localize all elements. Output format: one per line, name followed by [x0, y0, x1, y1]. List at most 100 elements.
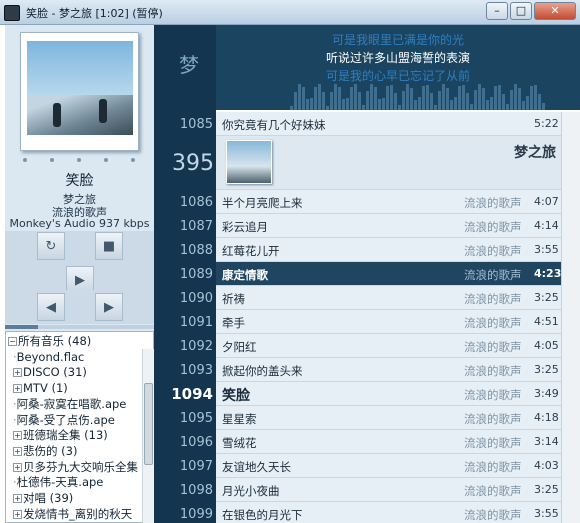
- tree-scrollbar[interactable]: [142, 349, 154, 523]
- collapse-icon[interactable]: −: [8, 337, 17, 346]
- tree-scroll-thumb[interactable]: [144, 383, 153, 465]
- spectrum-bar: [326, 105, 329, 110]
- library-item[interactable]: + MTV (1): [13, 381, 68, 396]
- rating-dot[interactable]: [131, 158, 135, 162]
- title-bar: 笑脸 - 梦之旅 [1:02] (暂停) – □ ✕: [0, 0, 580, 25]
- spectrum-bar: [390, 84, 393, 110]
- album-cover[interactable]: [20, 32, 139, 151]
- expand-icon[interactable]: +: [13, 368, 22, 378]
- spectrum-bar: [414, 99, 417, 110]
- stop-button[interactable]: ■: [95, 232, 123, 260]
- library-item[interactable]: + 贝多芬九大交响乐全集: [13, 460, 138, 475]
- playlist-row[interactable]: 红莓花儿开 流浪的歌声 3:55: [216, 238, 580, 262]
- playlist[interactable]: 梦之旅 你究竟有几个好妹妹 5:22 半个月亮爬上来 流浪的歌声 4:07 彩云追月 流浪的…: [216, 112, 580, 523]
- rating-dot[interactable]: [50, 158, 54, 162]
- library-item[interactable]: ·杜德伟-天真.ape: [13, 475, 103, 490]
- spectrum-bar: [330, 91, 333, 110]
- seek-bar[interactable]: [5, 325, 154, 329]
- library-item[interactable]: ·阿桑-寂寞在唱歌.ape: [13, 397, 126, 412]
- playlist-row[interactable]: 掀起你的盖头来 流浪的歌声 3:25: [216, 358, 580, 382]
- spectrum-bar: [466, 93, 469, 110]
- spectrum-bar: [506, 103, 509, 110]
- playlist-row[interactable]: 友谊地久天长 流浪的歌声 4:03: [216, 454, 580, 478]
- spectrum-bar: [526, 96, 529, 110]
- track-number: 1086: [179, 195, 213, 210]
- track-artist: 流浪的歌声: [464, 292, 522, 306]
- spectrum-bar: [434, 104, 437, 110]
- spectrum-bar: [350, 86, 353, 110]
- expand-icon[interactable]: +: [13, 494, 22, 503]
- track-duration: 4:07: [534, 195, 559, 208]
- spectrum-bar: [362, 105, 365, 110]
- playlist-row[interactable]: 雪绒花 流浪的歌声 3:14: [216, 430, 580, 454]
- spectrum-bar: [470, 104, 473, 110]
- playlist-row[interactable]: 月光小夜曲 流浪的歌声 3:25: [216, 478, 580, 502]
- library-item[interactable]: ·阿桑-受了点伤.ape: [13, 413, 115, 428]
- playlist-row[interactable]: 祈祷 流浪的歌声 3:25: [216, 286, 580, 310]
- playlist-row[interactable]: 半个月亮爬上来 流浪的歌声 4:07: [216, 190, 580, 214]
- close-button[interactable]: ✕: [534, 2, 576, 20]
- cover-figure: [99, 99, 107, 123]
- playlist-row[interactable]: 你究竟有几个好妹妹 5:22: [216, 112, 580, 136]
- spectrum-bar: [446, 87, 449, 110]
- library-item[interactable]: − 所有音乐 (48): [8, 334, 91, 349]
- spectrum-bar: [402, 91, 405, 110]
- library-item[interactable]: + DISCO (31): [13, 365, 87, 380]
- library-item-label: 所有音乐 (48): [18, 334, 92, 348]
- library-item[interactable]: + 对唱 (39): [13, 491, 73, 506]
- track-number: 1088: [179, 243, 213, 258]
- controls-row-1: [5, 231, 154, 265]
- expand-icon[interactable]: +: [13, 462, 22, 472]
- expand-icon[interactable]: +: [13, 384, 22, 394]
- album-group-header[interactable]: 梦之旅: [216, 136, 580, 190]
- library-item-label: 贝多芬九大交响乐全集: [23, 459, 138, 474]
- track-title: 雪绒花: [222, 436, 257, 450]
- rating-dot[interactable]: [77, 158, 81, 162]
- track-title: 你究竟有几个好妹妹: [222, 118, 326, 132]
- spectrum-bar: [310, 98, 313, 110]
- playlist-row[interactable]: 牵手 流浪的歌声 4:51: [216, 310, 580, 334]
- cover-mountains: [27, 95, 133, 135]
- left-panel: 笑脸 梦之旅 流浪的歌声 Monkey's Audio 937 kbps ↻ ■…: [5, 25, 154, 523]
- spectrum-bar: [394, 92, 397, 110]
- minimize-button[interactable]: –: [486, 2, 508, 20]
- next-button[interactable]: ▶: [95, 293, 123, 321]
- library-item[interactable]: + 班德瑞全集 (13): [13, 428, 108, 443]
- spectrum-bar: [462, 84, 465, 110]
- track-number: 1085: [179, 117, 213, 132]
- maximize-button[interactable]: □: [510, 2, 532, 20]
- playlist-row[interactable]: 星星索 流浪的歌声 4:18: [216, 406, 580, 430]
- track-title: 康定情歌: [222, 268, 268, 282]
- spectrum-bar: [498, 84, 501, 110]
- rating-dots[interactable]: [23, 158, 135, 166]
- stop-icon: ■: [102, 238, 116, 254]
- playlist-row[interactable]: 彩云追月 流浪的歌声 4:14: [216, 214, 580, 238]
- rating-dot[interactable]: [23, 158, 27, 162]
- library-item-label: 发烧情书_离别的秋天: [23, 506, 133, 521]
- library-tree[interactable]: − 所有音乐 (48) ·Beyond.flac + DISCO (31) + MTV (1…: [5, 331, 154, 523]
- playlist-row[interactable]: 笑脸 流浪的歌声 3:49: [216, 382, 580, 406]
- playlist-scrollbar[interactable]: [561, 112, 580, 523]
- expand-icon[interactable]: +: [13, 446, 22, 456]
- track-artist: 流浪的歌声: [464, 340, 522, 354]
- track-duration: 4:51: [534, 315, 559, 328]
- spectrum-bar: [382, 97, 385, 110]
- prev-button[interactable]: ◀: [37, 293, 65, 321]
- library-item[interactable]: ·Beyond.flac: [13, 350, 84, 365]
- track-number: 1099: [179, 507, 213, 522]
- repeat-button[interactable]: ↻: [37, 232, 65, 260]
- playlist-row[interactable]: 在银色的月光下 流浪的歌声 3:55: [216, 502, 580, 523]
- library-item-label: 杜德伟-天真.ape: [16, 475, 104, 490]
- track-duration: 3:55: [534, 243, 559, 256]
- expand-icon[interactable]: +: [13, 431, 22, 441]
- lyrics-panel: 可是我眼里已满是你的光 听说过许多山盟海誓的表演 可是我的心早已忘记了从前: [216, 25, 580, 110]
- expand-icon[interactable]: +: [13, 509, 22, 519]
- spectrum-bar: [534, 84, 537, 110]
- playlist-row[interactable]: 夕阳红 流浪的歌声 4:05: [216, 334, 580, 358]
- playlist-row[interactable]: 康定情歌 流浪的歌声 4:23: [216, 262, 580, 286]
- rating-dot[interactable]: [104, 158, 108, 162]
- library-item[interactable]: + 悲伤的 (3): [13, 444, 77, 459]
- library-item[interactable]: + 发烧情书_离别的秋天: [13, 507, 132, 522]
- spectrum-bar: [510, 90, 513, 110]
- spectrum-bar: [450, 100, 453, 110]
